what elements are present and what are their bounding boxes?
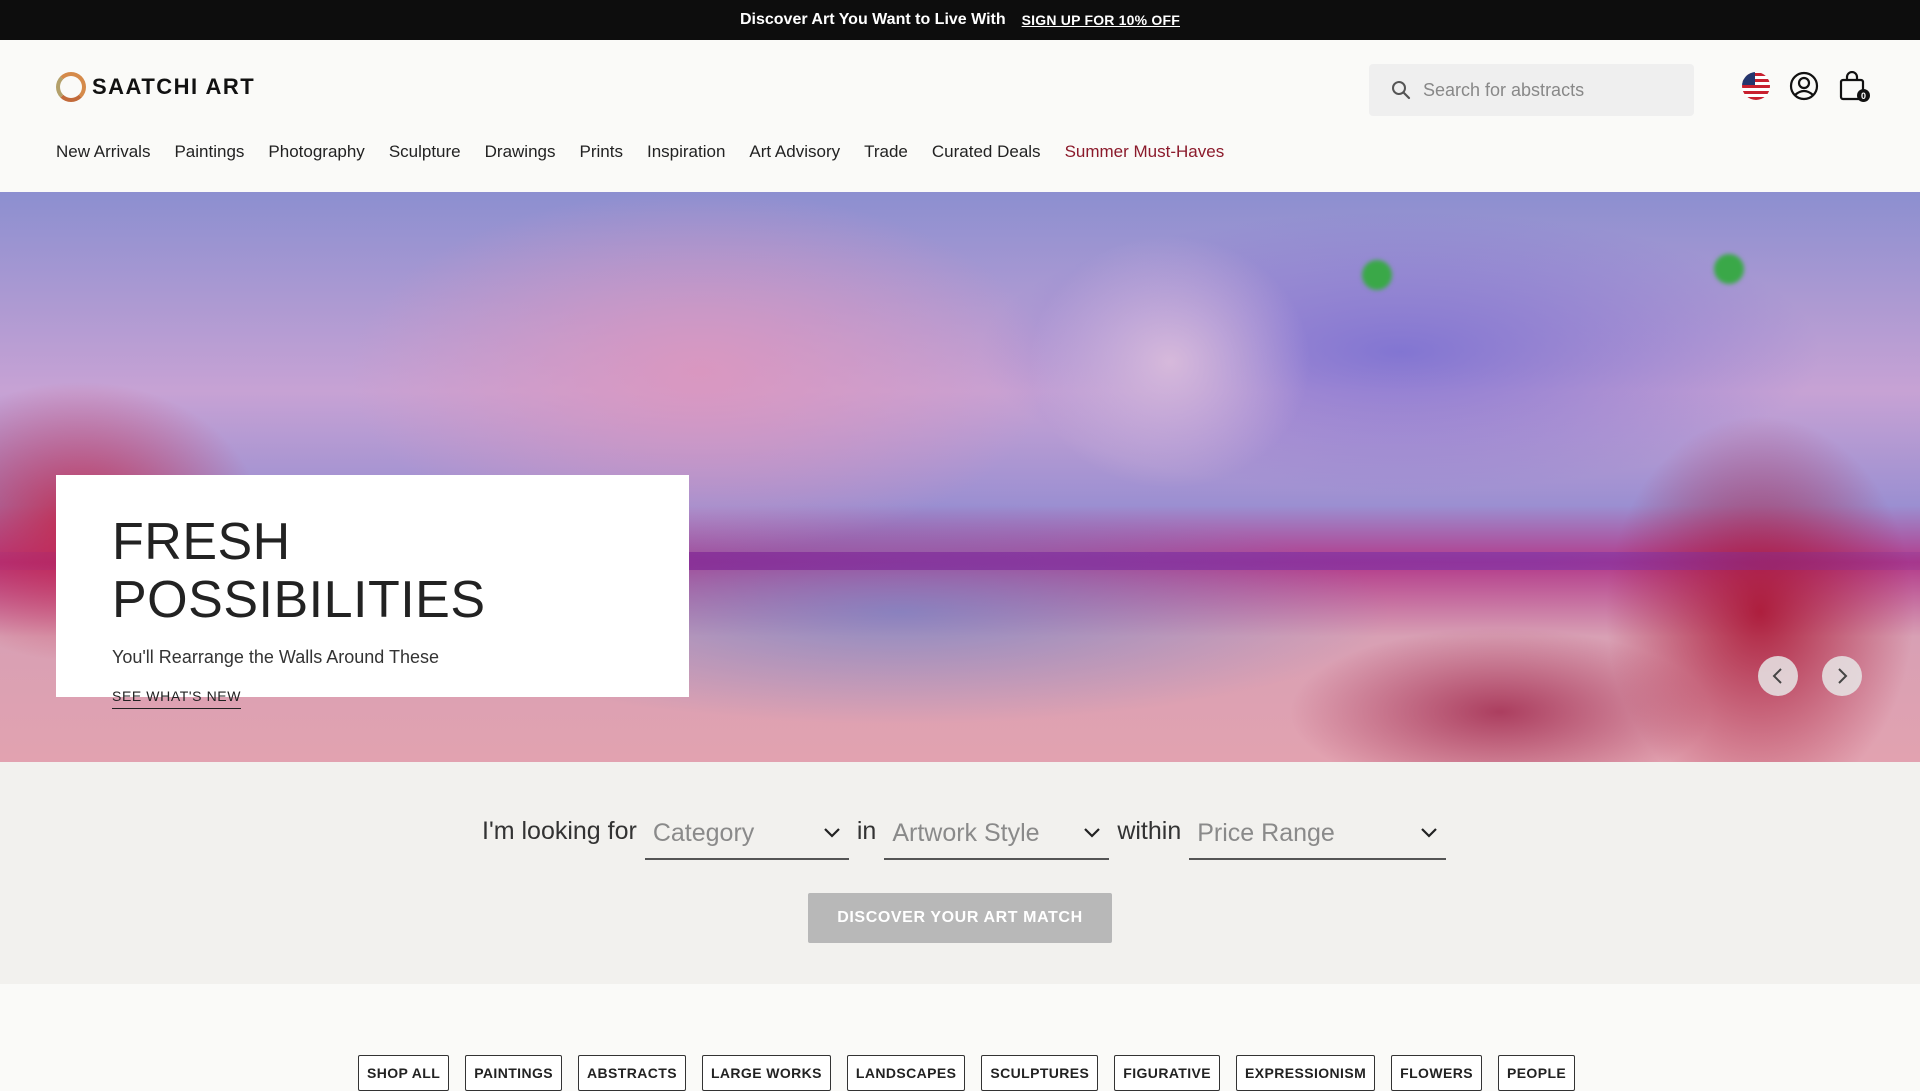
promo-bar: Discover Art You Want to Live With SIGN … xyxy=(0,0,1920,40)
artwork-style-select[interactable]: Artwork Style xyxy=(884,808,1110,860)
nav-item-photography[interactable]: Photography xyxy=(268,142,364,162)
chevron-right-icon xyxy=(1838,668,1848,684)
logo-mark-icon xyxy=(56,72,86,102)
price-range-select-value: Price Range xyxy=(1197,818,1335,847)
nav-item-paintings[interactable]: Paintings xyxy=(174,142,244,162)
promo-text: Discover Art You Want to Live With xyxy=(739,11,1006,28)
chevron-down-icon xyxy=(824,828,840,838)
search-bar[interactable] xyxy=(1369,64,1694,116)
chip-people[interactable]: PEOPLE xyxy=(1497,1055,1576,1091)
art-finder: I'm looking for Category in Artwork Styl… xyxy=(0,762,1920,984)
logo-text: SAATCHI ART xyxy=(92,74,256,99)
hero-title: FRESH POSSIBILITIES xyxy=(112,513,486,629)
hero-painting-accent xyxy=(1714,254,1744,284)
cart-count-badge: 0 xyxy=(1857,89,1870,102)
search-input[interactable] xyxy=(1423,79,1683,101)
chip-expressionism[interactable]: EXPRESSIONISM xyxy=(1236,1055,1376,1091)
price-range-select[interactable]: Price Range xyxy=(1189,808,1447,860)
main-nav: New Arrivals Paintings Photography Sculp… xyxy=(56,142,1248,162)
chip-figurative[interactable]: FIGURATIVE xyxy=(1114,1055,1221,1091)
nav-item-trade[interactable]: Trade xyxy=(864,142,908,162)
cart-icon[interactable]: 0 xyxy=(1836,70,1870,102)
promo-signup-link[interactable]: SIGN UP FOR 10% OFF xyxy=(1022,12,1180,28)
nav-item-sculpture[interactable]: Sculpture xyxy=(389,142,461,162)
search-icon xyxy=(1392,81,1411,100)
chevron-down-icon xyxy=(1421,828,1438,838)
carousel-next-button[interactable] xyxy=(1822,656,1862,696)
chip-large-works[interactable]: LARGE WORKS xyxy=(701,1055,831,1091)
nav-item-summer-must-haves[interactable]: Summer Must-Haves xyxy=(1065,142,1225,162)
logo[interactable]: SAATCHI ART xyxy=(56,72,255,102)
chip-abstracts[interactable]: ABSTRACTS xyxy=(578,1055,686,1091)
see-whats-new-link[interactable]: SEE WHAT'S NEW xyxy=(112,688,242,709)
site-header: SAATCHI ART 0 xyxy=(0,40,1920,192)
header-actions: 0 xyxy=(1740,70,1870,102)
nav-item-drawings[interactable]: Drawings xyxy=(485,142,556,162)
carousel-prev-button[interactable] xyxy=(1758,656,1798,696)
nav-item-new-arrivals[interactable]: New Arrivals xyxy=(56,142,150,162)
nav-item-art-advisory[interactable]: Art Advisory xyxy=(749,142,840,162)
category-select-value: Category xyxy=(652,818,755,847)
nav-item-prints[interactable]: Prints xyxy=(580,142,623,162)
hero-subtitle: You'll Rearrange the Walls Around These xyxy=(112,647,439,667)
discover-art-match-button[interactable]: DISCOVER YOUR ART MATCH xyxy=(808,893,1112,943)
finder-label-looking-for: I'm looking for xyxy=(482,817,637,845)
hero-card: FRESH POSSIBILITIES You'll Rearrange the… xyxy=(56,475,689,709)
finder-label-in: in xyxy=(856,817,877,845)
chevron-left-icon xyxy=(1772,668,1782,684)
chip-landscapes[interactable]: LANDSCAPES xyxy=(846,1055,966,1091)
finder-row: I'm looking for Category in Artwork Styl… xyxy=(482,808,1454,860)
category-select[interactable]: Category xyxy=(644,808,849,860)
us-flag-icon[interactable] xyxy=(1740,70,1772,102)
category-chips: SHOP ALL PAINTINGS ABSTRACTS LARGE WORKS… xyxy=(358,1055,1576,1091)
nav-item-inspiration[interactable]: Inspiration xyxy=(647,142,725,162)
artwork-style-select-value: Artwork Style xyxy=(892,818,1040,847)
chip-paintings[interactable]: PAINTINGS xyxy=(465,1055,563,1091)
hero-painting-accent xyxy=(1362,260,1392,290)
chevron-down-icon xyxy=(1084,828,1101,838)
account-icon[interactable] xyxy=(1788,70,1820,102)
chip-flowers[interactable]: FLOWERS xyxy=(1391,1055,1482,1091)
nav-item-curated-deals[interactable]: Curated Deals xyxy=(932,142,1041,162)
chip-sculptures[interactable]: SCULPTURES xyxy=(981,1055,1099,1091)
chip-shop-all[interactable]: SHOP ALL xyxy=(358,1055,450,1091)
hero-banner: FRESH POSSIBILITIES You'll Rearrange the… xyxy=(0,192,1920,762)
finder-label-within: within xyxy=(1117,817,1182,845)
